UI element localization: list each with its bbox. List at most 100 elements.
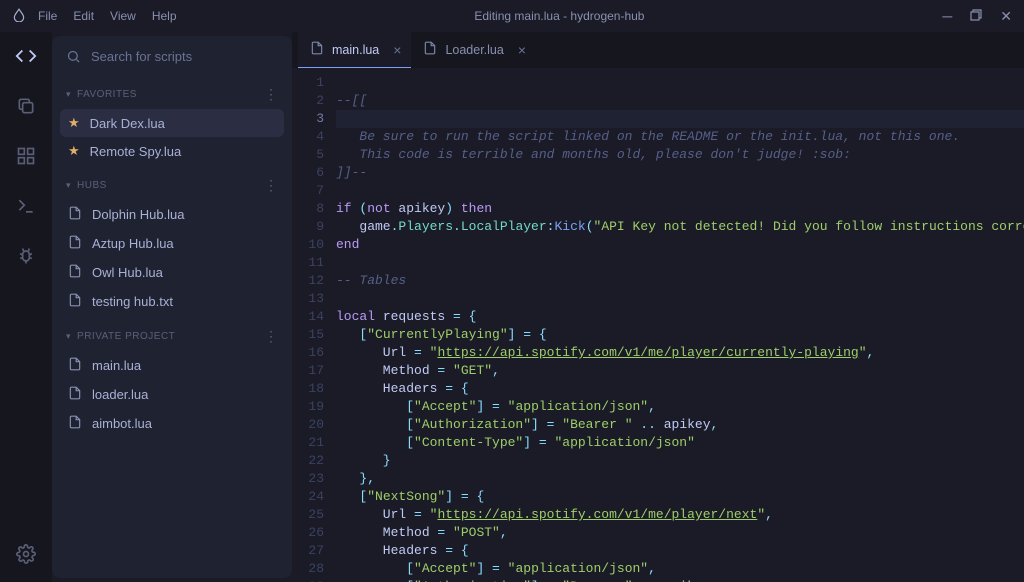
tree-item[interactable]: aimbot.lua [60, 409, 284, 438]
code-line[interactable]: ["Accept"] = "application/json", [336, 560, 1024, 578]
code-line[interactable]: ["Authorization"] = "Bearer " .. apikey, [336, 416, 1024, 434]
tree-item[interactable]: loader.lua [60, 380, 284, 409]
section-label: HUBS [77, 180, 107, 191]
code-line[interactable]: Method = "POST", [336, 524, 1024, 542]
tree-item[interactable]: Aztup Hub.lua [60, 229, 284, 258]
code-editor[interactable]: 1234567891011121314151617181920212223242… [292, 68, 1024, 582]
code-line[interactable]: }, [336, 470, 1024, 488]
tab-bar: main.lua× Loader.lua × [292, 32, 1024, 68]
section-more-button[interactable]: ⋮ [264, 328, 278, 345]
code-line[interactable]: Url = "https://api.spotify.com/v1/me/pla… [336, 344, 1024, 362]
code-line[interactable]: -- Tables [336, 272, 1024, 290]
line-number: 10 [292, 236, 324, 254]
code-line[interactable]: } [336, 452, 1024, 470]
bug-icon [16, 246, 36, 266]
activity-terminal[interactable] [12, 192, 40, 220]
code-line[interactable] [336, 290, 1024, 308]
section-header-private[interactable]: ▾ PRIVATE PROJECT ⋮ [52, 324, 292, 349]
gutter: 1234567891011121314151617181920212223242… [292, 68, 336, 582]
tree-item[interactable]: Owl Hub.lua [60, 258, 284, 287]
app-logo-icon [12, 8, 26, 25]
editor-area: main.lua×Loader.lua× 1234567891011121314… [292, 32, 1024, 582]
editor-tab[interactable]: Loader.lua × [411, 32, 536, 68]
section-more-button[interactable]: ⋮ [264, 177, 278, 194]
menu-edit[interactable]: Edit [73, 9, 94, 23]
activity-grid[interactable] [12, 142, 40, 170]
code-line[interactable]: Headers = { [336, 542, 1024, 560]
close-icon[interactable]: × [393, 42, 401, 58]
line-number: 27 [292, 542, 324, 560]
line-number: 26 [292, 524, 324, 542]
menu-help[interactable]: Help [152, 9, 177, 23]
line-number: 8 [292, 200, 324, 218]
file-name: testing hub.txt [92, 294, 173, 309]
menu-file[interactable]: File [38, 9, 57, 23]
code-line[interactable]: This code is terrible and months old, pl… [336, 146, 1024, 164]
tree-item[interactable]: Dolphin Hub.lua [60, 200, 284, 229]
tree-item[interactable]: ★Remote Spy.lua [60, 137, 284, 165]
tree-item[interactable]: ★ Dark Dex.lua [60, 109, 284, 137]
tree-item[interactable]: main.lua [60, 351, 284, 380]
code-line[interactable]: ]]-- [336, 164, 1024, 182]
activity-files[interactable] [12, 92, 40, 120]
section-header-favorites[interactable]: ▾ FAVORITES ⋮ [52, 82, 292, 107]
tab-label: Loader.lua [445, 43, 503, 57]
code-line[interactable]: ["NextSong"] = { [336, 488, 1024, 506]
activity-settings[interactable] [12, 540, 40, 568]
code-line[interactable]: if (not apikey) then [336, 200, 1024, 218]
section-header-hubs[interactable]: ▾ HUBS ⋮ [52, 173, 292, 198]
line-number: 22 [292, 452, 324, 470]
copy-icon [16, 96, 36, 116]
code-line[interactable]: game.Players.LocalPlayer:Kick("API Key n… [336, 218, 1024, 236]
file-icon [68, 357, 82, 374]
code-line[interactable]: ["Accept"] = "application/json", [336, 398, 1024, 416]
activity-explorer[interactable] [12, 42, 40, 70]
code-line[interactable]: Method = "GET", [336, 362, 1024, 380]
code-line[interactable] [336, 110, 1024, 128]
code-line[interactable]: Be sure to run the script linked on the … [336, 128, 1024, 146]
code-line[interactable]: end [336, 236, 1024, 254]
terminal-icon [16, 196, 36, 216]
file-icon [68, 293, 82, 310]
code-icon [15, 45, 37, 67]
file-icon [68, 264, 82, 281]
section-label: PRIVATE PROJECT [77, 331, 175, 342]
window-controls: ─ ✕ [942, 9, 1012, 23]
line-number: 28 [292, 560, 324, 578]
grid-icon [16, 146, 36, 166]
line-number: 23 [292, 470, 324, 488]
code-line[interactable]: ["Authorization"] = "Bearer " .. apikey, [336, 578, 1024, 582]
maximize-button[interactable] [970, 9, 982, 23]
section-more-button[interactable]: ⋮ [264, 86, 278, 103]
file-name: Dark Dex.lua [90, 116, 165, 131]
code-line[interactable] [336, 182, 1024, 200]
code-line[interactable] [336, 74, 1024, 92]
line-number: 2 [292, 92, 324, 110]
editor-tab[interactable]: main.lua× [298, 32, 411, 68]
code-line[interactable]: Url = "https://api.spotify.com/v1/me/pla… [336, 506, 1024, 524]
search-row [52, 36, 292, 76]
file-name: Owl Hub.lua [92, 265, 163, 280]
sidebar: ▾ FAVORITES ⋮ ★ Dark Dex.lua ★Remote Spy.l… [52, 36, 292, 578]
code-line[interactable]: --[[ [336, 92, 1024, 110]
line-number: 18 [292, 380, 324, 398]
tree-item[interactable]: testing hub.txt [60, 287, 284, 316]
close-icon[interactable]: × [518, 42, 526, 58]
section-label: FAVORITES [77, 89, 137, 100]
close-button[interactable]: ✕ [1000, 9, 1012, 23]
code-body[interactable]: --[[ Be sure to run the script linked on… [336, 68, 1024, 582]
code-line[interactable]: Headers = { [336, 380, 1024, 398]
code-line[interactable]: ["CurrentlyPlaying"] = { [336, 326, 1024, 344]
search-input[interactable] [91, 49, 278, 64]
chevron-down-icon: ▾ [66, 89, 71, 100]
star-icon: ★ [68, 115, 80, 131]
minimize-button[interactable]: ─ [942, 9, 952, 23]
code-line[interactable] [336, 254, 1024, 272]
line-number: 1 [292, 74, 324, 92]
activity-debug[interactable] [12, 242, 40, 270]
file-icon [68, 235, 82, 252]
code-line[interactable]: local requests = { [336, 308, 1024, 326]
menu-view[interactable]: View [110, 9, 136, 23]
code-line[interactable]: ["Content-Type"] = "application/json" [336, 434, 1024, 452]
file-name: Aztup Hub.lua [92, 236, 174, 251]
